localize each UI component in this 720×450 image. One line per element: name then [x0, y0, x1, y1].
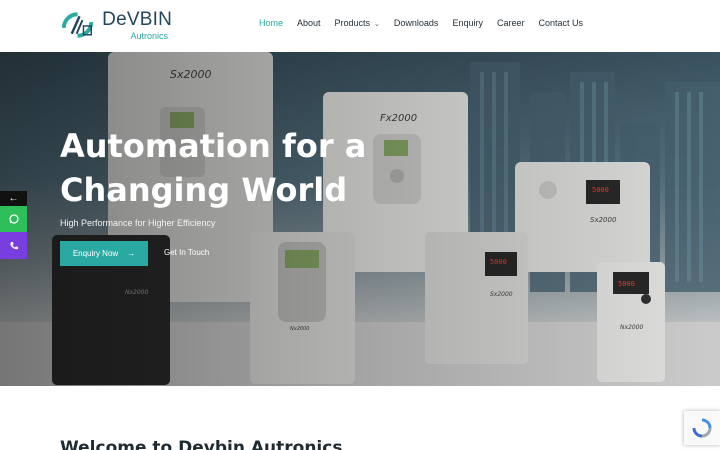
get-in-touch-link[interactable]: Get In Touch — [164, 248, 209, 257]
brand-logo[interactable]: DeVBIN Autronics — [60, 9, 172, 41]
nav-downloads-label: Downloads — [393, 18, 439, 28]
brand-subtitle: Autronics — [130, 30, 168, 41]
side-back-button[interactable]: ← — [0, 191, 27, 206]
nav-about-label: About — [296, 18, 321, 28]
nav-products[interactable]: Products ⌄ — [328, 18, 387, 28]
hero-subtitle: High Performance for Higher Efficiency — [60, 218, 216, 228]
phone-icon — [9, 241, 18, 249]
nav-enquiry-label: Enquiry — [452, 18, 483, 28]
hero-banner: Sx2000 Fx2000 5000 Sx2000 Nx2000 — [0, 52, 720, 386]
nav-home-label: Home — [258, 18, 283, 28]
nav-home[interactable]: Home — [252, 18, 290, 28]
nav-contact[interactable]: Contact Us — [531, 18, 590, 28]
arrow-left-icon: ← — [8, 193, 19, 204]
logo-text: DeVBIN Autronics — [102, 10, 172, 41]
logo-mark-icon — [61, 12, 94, 38]
whatsapp-button[interactable] — [0, 206, 27, 232]
nav-career-label: Career — [496, 18, 525, 28]
nav-contact-label: Contact Us — [538, 18, 583, 28]
enquiry-now-label: Enquiry Now — [72, 249, 119, 258]
site-header: DeVBIN Autronics Home About Products ⌄ Do… — [0, 0, 720, 52]
nav-downloads[interactable]: Downloads — [387, 18, 446, 28]
enquiry-now-button[interactable]: Enquiry Now → — [60, 241, 148, 266]
nav-career[interactable]: Career — [490, 18, 532, 28]
chevron-down-icon: ⌄ — [374, 21, 380, 28]
nav-products-label: Products — [334, 18, 371, 28]
hero-title: Automation for a Changing World — [60, 124, 380, 212]
phone-button[interactable] — [0, 232, 27, 259]
whatsapp-icon — [8, 214, 19, 224]
main-nav: Home About Products ⌄ Downloads Enquiry C… — [252, 18, 590, 28]
recaptcha-icon — [692, 418, 712, 438]
page: DeVBIN Autronics Home About Products ⌄ Do… — [0, 0, 720, 450]
arrow-right-icon: → — [127, 249, 136, 258]
brand-name: DeVBIN — [102, 8, 172, 30]
nav-enquiry[interactable]: Enquiry — [445, 18, 490, 28]
nav-about[interactable]: About — [290, 18, 328, 28]
recaptcha-badge[interactable] — [684, 411, 720, 445]
welcome-heading: Welcome to Devbin Autronics — [60, 438, 343, 450]
hero-title-line-1: Automation for a — [60, 127, 367, 165]
hero-title-line-2: Changing World — [60, 171, 348, 209]
